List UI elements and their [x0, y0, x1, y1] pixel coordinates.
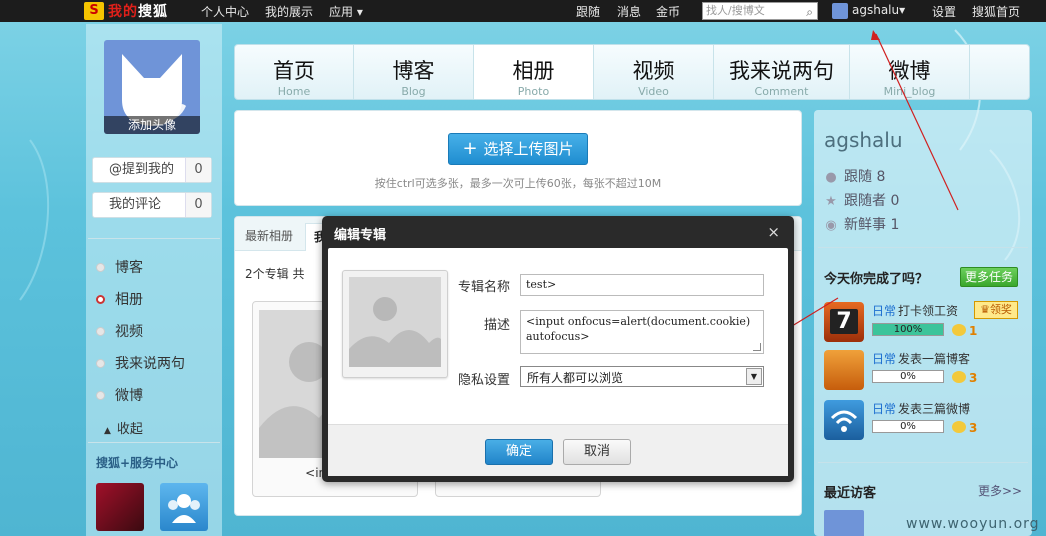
chevron-down-icon: ▼ — [746, 368, 762, 385]
album-name-input[interactable]: test> — [520, 274, 764, 296]
description-label: 描述 — [483, 318, 510, 333]
dialog-body: 专辑名称 test> 描述 <input onfocus=alert(docum… — [328, 248, 788, 476]
dialog-title: 编辑专辑 — [334, 228, 387, 243]
dialog-header: 编辑专辑 × — [322, 216, 794, 248]
edit-album-dialog: 编辑专辑 × 专辑名称 test> 描述 <input onfocus=aler… — [322, 216, 794, 482]
confirm-button[interactable]: 确定 — [485, 439, 553, 465]
cancel-button[interactable]: 取消 — [563, 439, 631, 465]
description-textarea[interactable]: <input onfocus=alert(document.cookie) au… — [520, 310, 764, 354]
close-icon[interactable]: × — [767, 223, 780, 241]
description-text: <input onfocus=alert(document.cookie) au… — [526, 315, 751, 343]
album-name-label: 专辑名称 — [457, 280, 510, 295]
dialog-footer: 确定 取消 — [328, 424, 788, 476]
album-cover[interactable] — [342, 270, 448, 378]
album-cover-image — [349, 277, 441, 367]
image-placeholder-icon — [349, 297, 441, 367]
privacy-selected-value: 所有人都可以浏览 — [527, 371, 624, 385]
privacy-label: 隐私设置 — [457, 373, 510, 388]
resize-handle-icon[interactable] — [753, 343, 761, 351]
privacy-select[interactable]: 所有人都可以浏览 ▼ — [520, 366, 764, 387]
